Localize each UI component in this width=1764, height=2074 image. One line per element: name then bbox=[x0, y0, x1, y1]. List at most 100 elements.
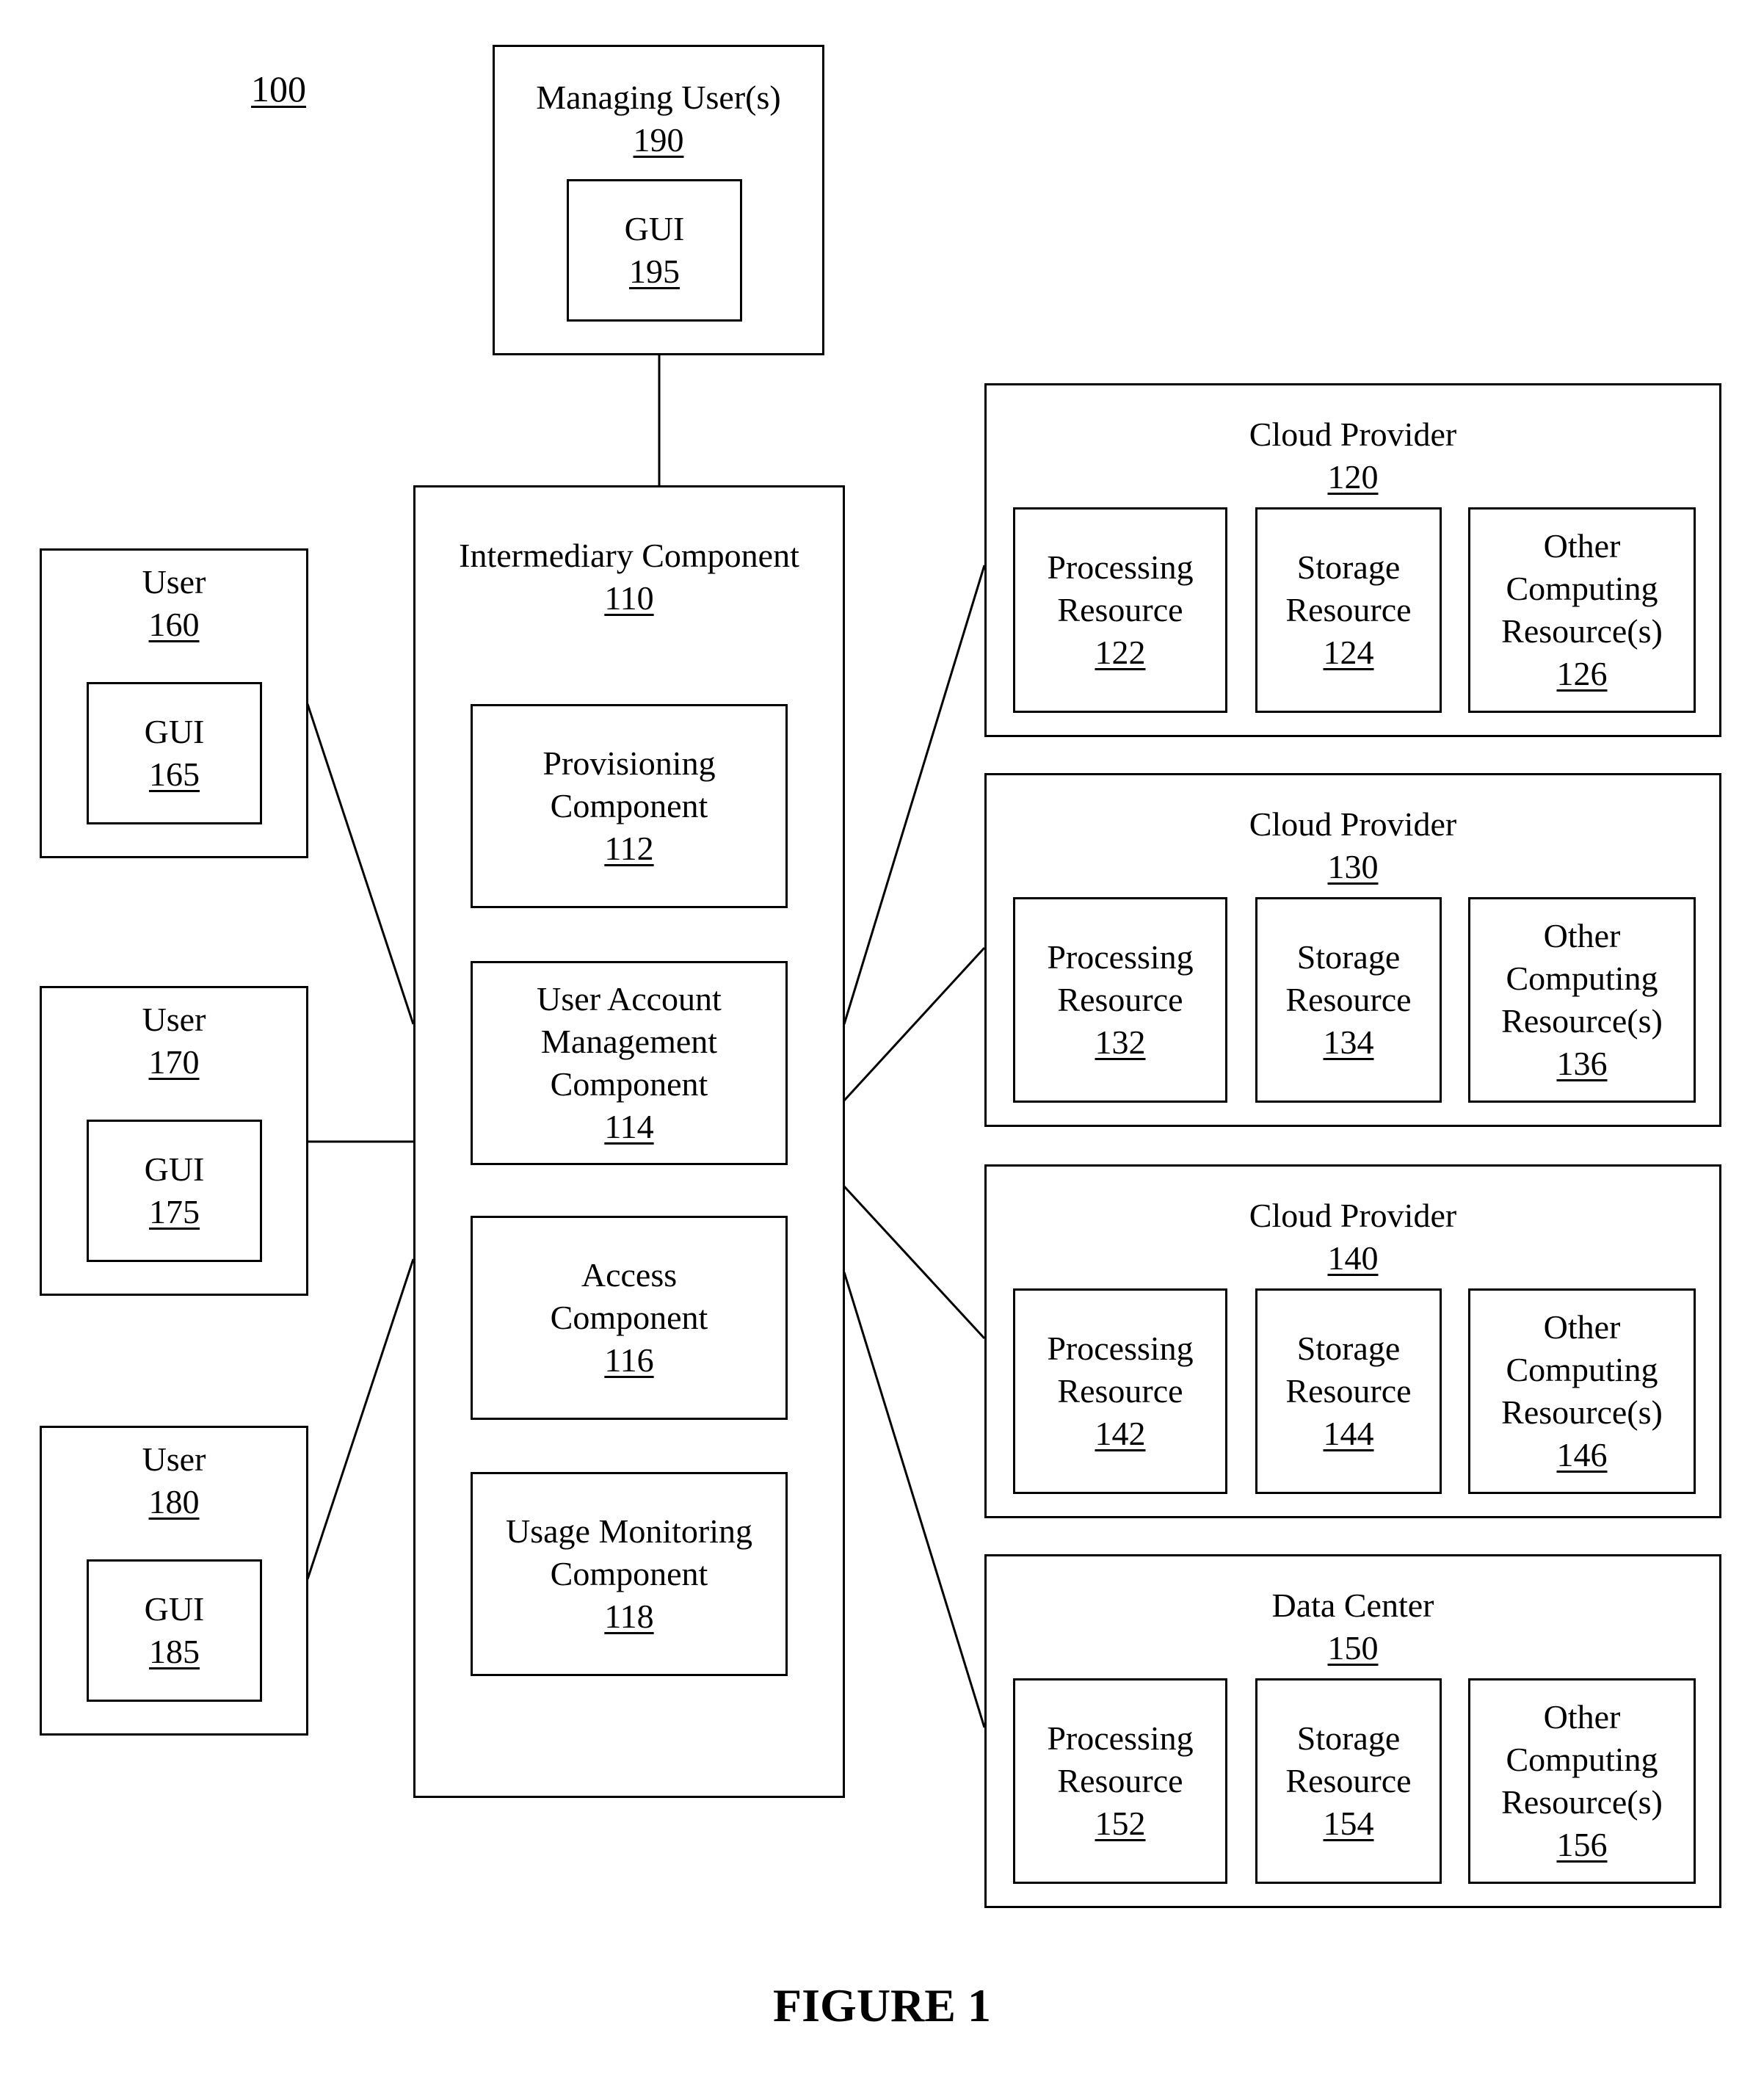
box-text-line: Resource bbox=[1285, 1762, 1412, 1799]
box-number: 144 bbox=[1323, 1415, 1374, 1452]
gui-label: GUI bbox=[144, 713, 205, 750]
component-118-box: Usage Monitoring Component 118 bbox=[471, 1472, 788, 1676]
connector-provider-130 bbox=[843, 946, 986, 1102]
gui-label: GUI bbox=[144, 1590, 205, 1628]
provider-number: 120 bbox=[1327, 458, 1379, 496]
resource-156-box: Other Computing Resource(s) 156 bbox=[1468, 1678, 1696, 1884]
gui-label: GUI bbox=[144, 1150, 205, 1188]
user-label: User bbox=[142, 1001, 206, 1038]
resource-152-box: Processing Resource 152 bbox=[1013, 1678, 1227, 1884]
user-160-box: User 160 GUI 165 bbox=[40, 548, 308, 858]
box-text-line: Storage bbox=[1296, 1330, 1401, 1367]
component-112-box: Provisioning Component 112 bbox=[471, 704, 788, 908]
component-114-box: User Account Management Component 114 bbox=[471, 961, 788, 1165]
user-number: 180 bbox=[148, 1483, 200, 1520]
resource-142-box: Processing Resource 142 bbox=[1013, 1288, 1227, 1494]
provider-label: Data Center bbox=[1271, 1587, 1434, 1624]
box-text-line: Processing bbox=[1047, 548, 1194, 586]
box-text-line: Computing bbox=[1506, 1351, 1658, 1388]
gui-label: GUI bbox=[624, 210, 685, 247]
box-text-line: Computing bbox=[1506, 960, 1658, 997]
box-text-line: Resource bbox=[1057, 981, 1183, 1018]
managing-user-gui-box: GUI 195 bbox=[567, 179, 742, 322]
resource-136-box: Other Computing Resource(s) 136 bbox=[1468, 897, 1696, 1103]
connector-provider-140 bbox=[843, 1185, 986, 1340]
box-text-line: Resource bbox=[1285, 981, 1412, 1018]
box-text-line: Resource bbox=[1057, 1372, 1183, 1410]
box-text-line: Other bbox=[1543, 917, 1621, 954]
gui-165-box: GUI 165 bbox=[87, 682, 262, 824]
box-number: 152 bbox=[1095, 1805, 1146, 1842]
gui-number: 175 bbox=[149, 1193, 200, 1230]
connector-user-180 bbox=[306, 1258, 415, 1580]
box-text-line: Resource bbox=[1285, 591, 1412, 628]
provider-number: 140 bbox=[1327, 1239, 1379, 1277]
user-label: User bbox=[142, 1440, 206, 1478]
box-text-line: Other bbox=[1543, 527, 1621, 565]
component-116-box: Access Component 116 bbox=[471, 1216, 788, 1420]
provider-label: Cloud Provider bbox=[1249, 416, 1457, 453]
box-number: 136 bbox=[1556, 1045, 1608, 1082]
user-number: 160 bbox=[148, 606, 200, 643]
provider-label: Cloud Provider bbox=[1249, 1197, 1457, 1234]
box-text-line: Storage bbox=[1296, 1719, 1401, 1757]
box-text-line: Usage Monitoring bbox=[505, 1512, 752, 1550]
box-text-line: Computing bbox=[1506, 1741, 1658, 1778]
figure-reference-number: 100 bbox=[251, 68, 306, 109]
managing-user-label: Managing User(s) bbox=[536, 79, 781, 116]
resource-134-box: Storage Resource 134 bbox=[1255, 897, 1442, 1103]
user-number: 170 bbox=[148, 1043, 200, 1081]
intermediary-label: Intermediary Component bbox=[459, 537, 799, 574]
user-180-box: User 180 GUI 185 bbox=[40, 1426, 308, 1736]
box-text-line: Storage bbox=[1296, 938, 1401, 976]
box-number: 112 bbox=[604, 830, 654, 867]
box-number: 154 bbox=[1323, 1805, 1374, 1842]
gui-175-box: GUI 175 bbox=[87, 1120, 262, 1262]
provider-number: 150 bbox=[1327, 1629, 1379, 1667]
box-number: 132 bbox=[1095, 1023, 1146, 1061]
box-text-line: Resource bbox=[1285, 1372, 1412, 1410]
resource-122-box: Processing Resource 122 bbox=[1013, 507, 1227, 713]
box-number: 124 bbox=[1323, 634, 1374, 671]
gui-number: 185 bbox=[149, 1633, 200, 1670]
intermediary-number: 110 bbox=[604, 579, 654, 617]
box-text-line: Resource(s) bbox=[1501, 1002, 1663, 1040]
box-text-line: User Account bbox=[537, 980, 722, 1018]
box-number: 142 bbox=[1095, 1415, 1146, 1452]
user-170-box: User 170 GUI 175 bbox=[40, 986, 308, 1296]
box-text-line: Component bbox=[550, 1065, 708, 1103]
provider-label: Cloud Provider bbox=[1249, 805, 1457, 843]
provider-number: 130 bbox=[1327, 848, 1379, 885]
resource-124-box: Storage Resource 124 bbox=[1255, 507, 1442, 713]
box-text-line: Resource(s) bbox=[1501, 612, 1663, 650]
box-number: 122 bbox=[1095, 634, 1146, 671]
gui-185-box: GUI 185 bbox=[87, 1559, 262, 1702]
box-text-line: Resource(s) bbox=[1501, 1783, 1663, 1821]
box-text-line: Other bbox=[1543, 1308, 1621, 1346]
gui-number: 165 bbox=[149, 755, 200, 793]
box-number: 146 bbox=[1556, 1436, 1608, 1473]
resource-144-box: Storage Resource 144 bbox=[1255, 1288, 1442, 1494]
resource-146-box: Other Computing Resource(s) 146 bbox=[1468, 1288, 1696, 1494]
box-number: 134 bbox=[1323, 1023, 1374, 1061]
box-text-line: Processing bbox=[1047, 938, 1194, 976]
box-text-line: Provisioning bbox=[542, 744, 716, 782]
resource-132-box: Processing Resource 132 bbox=[1013, 897, 1227, 1103]
connector-datacenter-150 bbox=[843, 1272, 986, 1728]
box-text-line: Resource(s) bbox=[1501, 1393, 1663, 1431]
box-text-line: Resource bbox=[1057, 591, 1183, 628]
resource-126-box: Other Computing Resource(s) 126 bbox=[1468, 507, 1696, 713]
box-text-line: Component bbox=[550, 1555, 708, 1592]
resource-154-box: Storage Resource 154 bbox=[1255, 1678, 1442, 1884]
data-center-150-box: Data Center 150 Processing Resource 152 Stora… bbox=[984, 1554, 1721, 1908]
gui-number: 195 bbox=[629, 253, 680, 290]
managing-user-number: 190 bbox=[633, 121, 684, 159]
managing-user-box: Managing User(s) 190 GUI 195 bbox=[493, 45, 824, 355]
cloud-provider-120-box: Cloud Provider 120 Processing Resource 122 St… bbox=[984, 383, 1721, 737]
box-text-line: Access bbox=[581, 1256, 678, 1294]
box-number: 116 bbox=[604, 1341, 654, 1379]
cloud-provider-140-box: Cloud Provider 140 Processing Resource 142 St… bbox=[984, 1164, 1721, 1518]
box-text-line: Storage bbox=[1296, 548, 1401, 586]
box-number: 126 bbox=[1556, 655, 1608, 692]
box-text-line: Component bbox=[550, 787, 708, 824]
